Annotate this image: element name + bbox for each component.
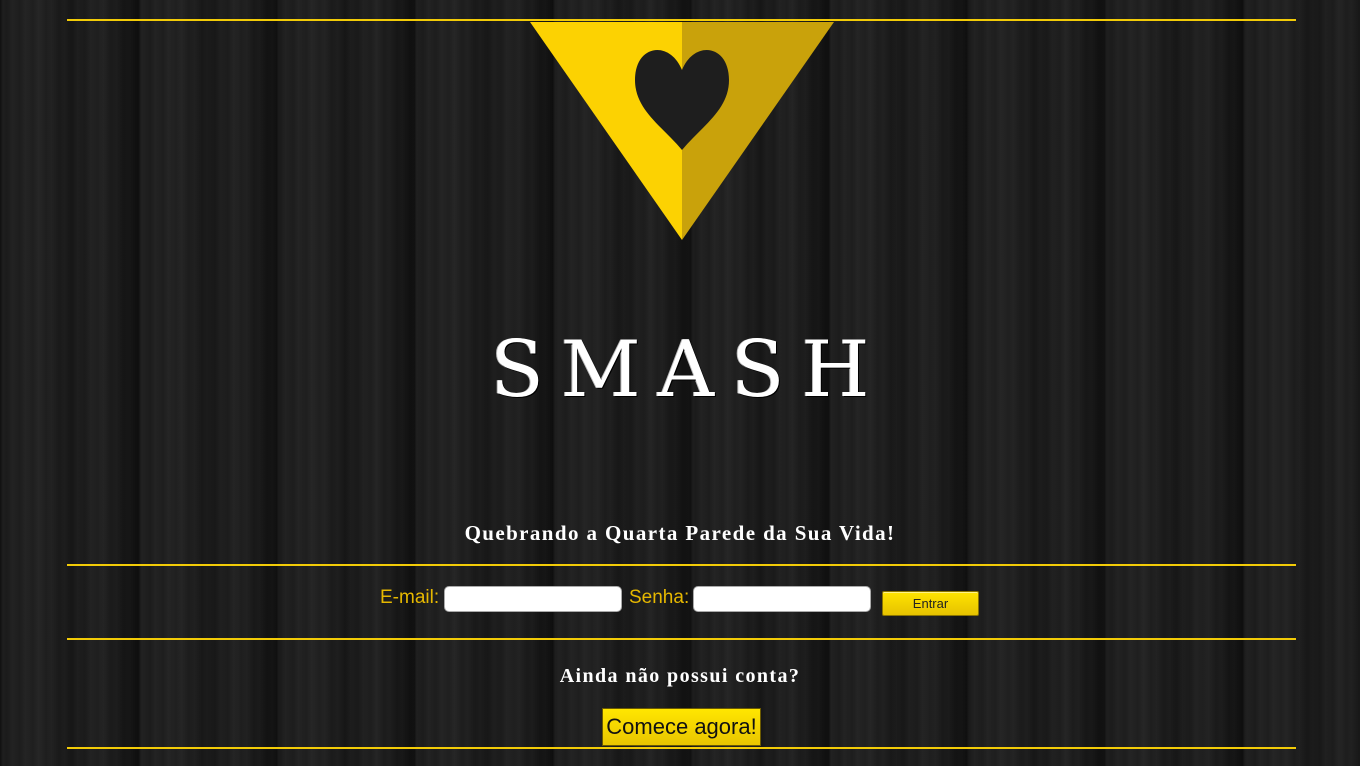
password-field[interactable] — [693, 586, 871, 612]
login-button[interactable]: Entrar — [882, 591, 979, 616]
heart-triangle-icon — [530, 22, 834, 240]
password-label: Senha: — [629, 587, 690, 608]
email-field[interactable] — [444, 586, 622, 612]
bottom-divider — [67, 747, 1296, 749]
get-started-button[interactable]: Comece agora! — [602, 708, 761, 746]
divider — [67, 638, 1296, 640]
top-divider — [67, 19, 1296, 21]
divider — [67, 564, 1296, 566]
email-label: E-mail: — [380, 587, 440, 608]
brand-title: SMASH — [490, 325, 887, 415]
signup-prompt: Ainda não possui conta? — [559, 665, 801, 687]
tagline: Quebrando a Quarta Parede da Sua Vida! — [464, 521, 896, 545]
